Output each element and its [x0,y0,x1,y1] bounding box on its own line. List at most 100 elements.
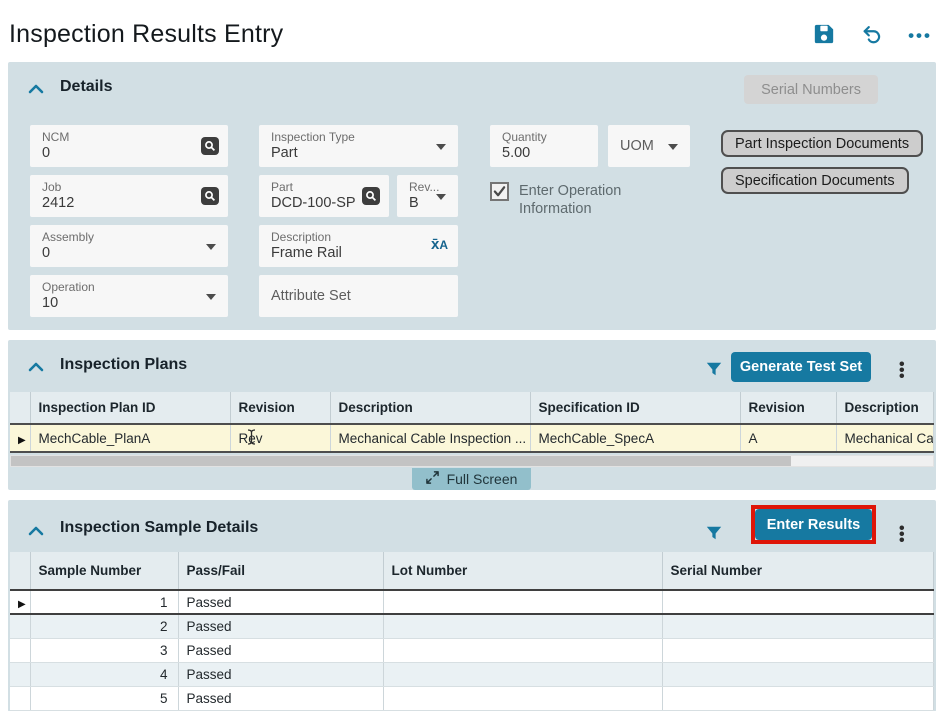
quantity-field[interactable]: Quantity 5.00 [490,125,598,167]
cell-serial-number[interactable] [662,638,934,662]
cell-sample-number[interactable]: 1 [30,590,178,614]
revision-label: Rev... [409,180,436,194]
column-header[interactable]: Description [330,392,530,424]
cell-spec-description[interactable]: Mechanical Cable [836,424,934,452]
chevron-down-icon[interactable] [436,194,446,200]
cell-pass-fail[interactable]: Passed [178,590,383,614]
undo-button[interactable] [860,24,884,48]
job-field[interactable]: Job 2412 [30,175,228,217]
details-panel: Details Serial Numbers NCM 0 Inspection … [8,62,936,330]
part-field[interactable]: Part DCD-100-SP [259,175,389,217]
expand-icon [426,471,439,487]
enter-operation-information-checkbox[interactable]: Enter Operation Information [490,182,647,218]
uom-field[interactable]: UOM [608,125,690,167]
cell-serial-number[interactable] [662,590,934,614]
cell-sample-number[interactable]: 4 [30,662,178,686]
cell-lot-number[interactable] [383,638,662,662]
assembly-field[interactable]: Assembly 0 [30,225,228,267]
job-search-icon[interactable] [201,187,219,205]
table-row[interactable]: 2 Passed [10,614,934,638]
column-header[interactable]: Revision [740,392,836,424]
save-button[interactable] [812,24,836,48]
cell-sample-number[interactable]: 5 [30,686,178,710]
operation-field[interactable]: Operation 10 [30,275,228,317]
cell-serial-number[interactable] [662,686,934,710]
cell-pass-fail[interactable]: Passed [178,662,383,686]
collapse-plans-chevron-icon[interactable] [28,360,44,372]
cell-serial-number[interactable] [662,662,934,686]
chevron-down-icon[interactable] [206,294,216,300]
ncm-field[interactable]: NCM 0 [30,125,228,167]
full-screen-button[interactable]: Full Screen [412,468,531,490]
column-header[interactable]: Pass/Fail [178,552,383,590]
full-screen-label: Full Screen [447,471,518,487]
column-header[interactable]: Revision [230,392,330,424]
cell-lot-number[interactable] [383,614,662,638]
inspection-type-field[interactable]: Inspection Type Part [259,125,458,167]
ncm-search-icon[interactable] [201,137,219,155]
cell-spec-id[interactable]: MechCable_SpecA [530,424,740,452]
scrollbar-thumb[interactable] [11,456,791,466]
revision-field[interactable]: Rev... B [397,175,458,217]
cell-lot-number[interactable] [383,662,662,686]
kebab-menu-icon[interactable]: ••• [899,526,905,544]
column-header[interactable]: Lot Number [383,552,662,590]
plans-panel-title: Inspection Plans [60,356,187,374]
column-header[interactable]: Inspection Plan ID [30,392,230,424]
overflow-menu-button[interactable]: ••• [908,24,932,48]
inspection-plans-table: Inspection Plan ID Revision Description … [10,392,934,453]
checkbox-checked-icon[interactable] [490,182,509,201]
table-row[interactable]: 4 Passed [10,662,934,686]
cell-description[interactable]: Mechanical Cable Inspection ... [330,424,530,452]
row-selector-header [10,552,30,590]
cell-pass-fail[interactable]: Passed [178,638,383,662]
enter-results-button[interactable]: Enter Results [755,509,872,540]
cell-revision[interactable]: Rev [230,424,330,452]
description-field[interactable]: Description Frame Rail x̄A [259,225,458,267]
inspection-results-entry-page: Inspection Results Entry ••• Details Ser… [0,0,944,711]
horizontal-scrollbar[interactable] [10,455,934,467]
column-header[interactable]: Description [836,392,934,424]
translate-icon[interactable]: x̄A [431,236,448,253]
part-inspection-documents-button[interactable]: Part Inspection Documents [721,130,923,157]
table-row[interactable]: ▶ MechCable_PlanA Rev Mechanical Cable I… [10,424,934,452]
generate-test-set-button[interactable]: Generate Test Set [731,352,871,382]
details-panel-title: Details [60,78,112,96]
part-search-icon[interactable] [362,187,380,205]
inspection-type-label: Inspection Type [271,130,448,144]
cell-lot-number[interactable] [383,686,662,710]
table-row[interactable]: ▶ 1 Passed [10,590,934,614]
table-row[interactable]: 5 Passed [10,686,934,710]
chevron-down-icon[interactable] [436,144,446,150]
collapse-samples-chevron-icon[interactable] [28,524,44,536]
cell-serial-number[interactable] [662,614,934,638]
column-header[interactable]: Specification ID [530,392,740,424]
filter-icon[interactable] [705,524,723,542]
serial-numbers-button[interactable]: Serial Numbers [744,75,878,104]
cell-lot-number[interactable] [383,590,662,614]
table-row[interactable]: 3 Passed [10,638,934,662]
operation-value: 10 [42,294,218,313]
cell-plan-id[interactable]: MechCable_PlanA [30,424,230,452]
collapse-details-chevron-icon[interactable] [28,82,44,94]
assembly-value: 0 [42,244,218,263]
cell-pass-fail[interactable]: Passed [178,614,383,638]
save-icon [813,23,835,50]
row-indicator [10,614,30,638]
cell-sample-number[interactable]: 3 [30,638,178,662]
column-header[interactable]: Sample Number [30,552,178,590]
kebab-menu-icon[interactable]: ••• [899,362,905,380]
ncm-label: NCM [42,130,218,144]
cell-pass-fail[interactable]: Passed [178,686,383,710]
attribute-set-field[interactable]: Attribute Set [259,275,458,317]
cell-sample-number[interactable]: 2 [30,614,178,638]
chevron-down-icon[interactable] [206,244,216,250]
cell-spec-revision[interactable]: A [740,424,836,452]
filter-icon[interactable] [705,360,723,378]
chevron-down-icon[interactable] [668,144,678,150]
ellipsis-icon: ••• [908,31,932,41]
specification-documents-button[interactable]: Specification Documents [721,167,909,194]
page-title: Inspection Results Entry [9,20,283,49]
revision-value: B [409,194,436,213]
column-header[interactable]: Serial Number [662,552,934,590]
